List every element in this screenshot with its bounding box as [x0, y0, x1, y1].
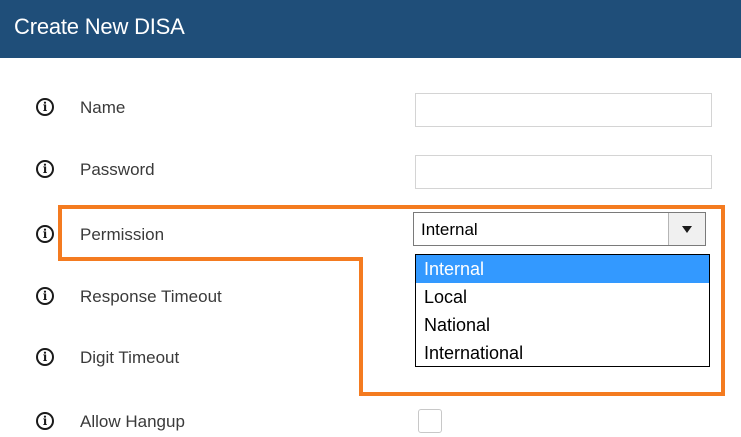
field-row-password: i Password — [0, 155, 741, 189]
highlight-segment-bottom — [359, 392, 725, 396]
highlight-segment-inner — [359, 257, 363, 396]
field-label-allow-hangup: Allow Hangup — [80, 412, 185, 431]
info-icon[interactable]: i — [36, 160, 54, 178]
permission-selected-value: Internal — [421, 220, 478, 239]
info-icon[interactable]: i — [36, 348, 54, 366]
info-icon[interactable]: i — [36, 287, 54, 305]
permission-select[interactable]: Internal — [413, 212, 706, 246]
info-icon[interactable]: i — [36, 412, 54, 430]
dropdown-option-international[interactable]: International — [416, 339, 709, 367]
field-label-permission: Permission — [80, 225, 165, 244]
allow-hangup-checkbox[interactable] — [418, 409, 442, 433]
dropdown-option-local[interactable]: Local — [416, 283, 709, 311]
field-label-digit-timeout: Digit Timeout — [80, 348, 180, 367]
dropdown-option-national[interactable]: National — [416, 311, 709, 339]
field-label-response-timeout: Response Timeout — [80, 287, 222, 306]
field-label-name: Name — [80, 98, 126, 117]
highlight-segment-top — [58, 205, 725, 209]
dialog-header: Create New DISA — [0, 0, 741, 58]
field-label-password: Password — [80, 160, 155, 179]
dialog-title: Create New DISA — [14, 14, 185, 39]
field-row-name: i Name — [0, 93, 741, 127]
dropdown-arrow-button[interactable] — [668, 213, 705, 245]
field-row-allow-hangup: i Allow Hangup — [0, 407, 741, 437]
permission-dropdown-list: Internal Local National International — [415, 254, 710, 367]
password-input[interactable] — [415, 155, 712, 189]
highlight-segment-right — [721, 205, 725, 396]
info-icon[interactable]: i — [36, 225, 54, 243]
chevron-down-icon — [682, 225, 692, 233]
highlight-segment-left — [58, 205, 62, 261]
dropdown-option-internal[interactable]: Internal — [416, 255, 709, 283]
highlight-segment-mid — [58, 257, 363, 261]
name-input[interactable] — [415, 93, 712, 127]
info-icon[interactable]: i — [36, 98, 54, 116]
